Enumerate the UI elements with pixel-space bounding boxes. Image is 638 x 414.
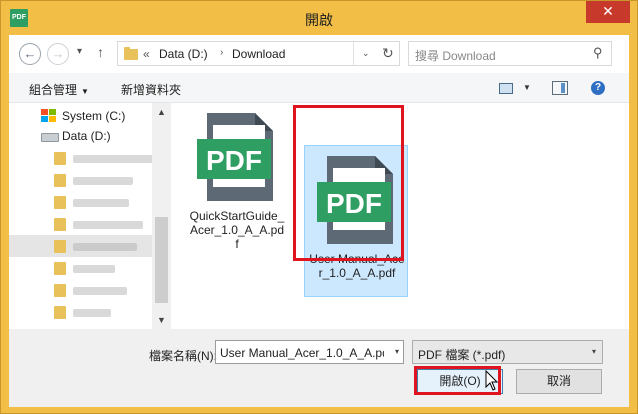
file-type-select[interactable]: PDF 檔案 (*.pdf) ▾ [412,340,603,364]
filename-input[interactable]: User Manual_Acer_1.0_A_A.pdf [220,346,384,360]
sidebar-folder-item[interactable] [9,169,152,191]
blurred-folder-name [73,155,153,163]
back-button[interactable]: ← [19,43,41,65]
folder-icon [54,218,66,231]
navigation-pane: System (C:) Data (D:) ▲ ▼ [9,103,171,329]
blurred-folder-name [73,221,143,229]
sidebar-item-label: System (C:) [62,109,126,123]
sidebar-item-label: Data (D:) [62,129,111,143]
address-history-dropdown[interactable]: ⌄ [362,48,370,59]
blurred-folder-name [73,287,127,295]
sidebar-folder-item[interactable] [9,213,152,235]
search-icon[interactable]: ⚲ [593,45,603,61]
blurred-folder-name [73,199,129,207]
sidebar-item-system-drive[interactable]: System (C:) [9,105,152,127]
sidebar-folder-item[interactable] [9,279,152,301]
chevron-down-icon: ▼ [81,87,89,96]
organize-menu[interactable]: 組合管理 ▼ [29,81,89,98]
forward-button[interactable]: → [47,43,69,65]
breadcrumb-separator[interactable]: › [220,47,223,58]
sidebar-folder-item[interactable] [9,301,152,323]
folder-icon [54,196,66,209]
close-button[interactable]: ✕ [586,1,630,23]
recent-locations-dropdown[interactable]: ▾ [77,46,82,57]
mouse-cursor-icon [485,370,499,391]
cancel-button[interactable]: 取消 [516,369,602,394]
search-box[interactable]: 搜尋 Download ⚲ [408,41,612,66]
sidebar-folder-item-selected[interactable] [9,235,152,257]
filename-label: 檔案名稱(N): [149,349,217,363]
sidebar-folder-item[interactable] [9,257,152,279]
folder-icon [54,174,66,187]
folder-icon [54,284,66,297]
folder-icon [124,47,138,60]
command-toolbar: 組合管理 ▼ 新增資料夾 ▼ ? [9,73,629,103]
folder-icon [54,240,66,253]
sidebar-scrollbar[interactable]: ▲ ▼ [152,103,171,329]
hard-drive-icon [41,133,59,142]
organize-label: 組合管理 [29,83,78,97]
preview-pane-icon[interactable] [552,81,568,95]
pdf-file-icon: PDF [193,111,281,203]
blurred-folder-name [73,243,137,251]
title-bar[interactable]: PDF 開啟 ✕ [1,1,637,35]
file-item[interactable]: PDF QuickStartGuide_Acer_1.0_A_A.pdf [185,103,289,255]
dialog-title: 開啟 [305,12,333,28]
search-input[interactable]: 搜尋 Download [415,47,496,64]
scroll-down-button[interactable]: ▼ [157,315,166,325]
pdf-icon-label: PDF [206,145,262,176]
folder-icon [54,152,66,165]
help-icon[interactable]: ? [591,81,605,95]
chevron-down-icon[interactable]: ▾ [395,347,399,356]
filename-combobox[interactable]: User Manual_Acer_1.0_A_A.pdf ▾ [215,340,404,364]
breadcrumb-overflow[interactable]: « [143,47,150,61]
sidebar-folder-item[interactable] [9,191,152,213]
breadcrumb-data-drive[interactable]: Data (D:) [159,47,208,61]
new-folder-button[interactable]: 新增資料夾 [121,81,181,98]
change-view-icon[interactable] [499,83,513,94]
scrollbar-thumb[interactable] [155,217,168,303]
scroll-up-button[interactable]: ▲ [157,107,166,117]
view-options-dropdown[interactable]: ▼ [523,83,531,92]
windows-drive-icon [41,109,57,122]
address-divider [353,42,354,65]
blurred-folder-name [73,177,133,185]
folder-icon [54,262,66,275]
sidebar-item-data-drive[interactable]: Data (D:) [9,125,152,147]
navigation-bar: ← → ▾ ↑ « Data (D:) › Download ⌄ ↻ 搜尋 Do… [9,35,629,73]
blurred-folder-name [73,309,111,317]
file-type-value: PDF 檔案 (*.pdf) [418,348,506,362]
refresh-icon[interactable]: ↻ [382,45,394,62]
blurred-folder-name [73,265,115,273]
breadcrumb-download[interactable]: Download [232,47,285,61]
folder-icon [54,306,66,319]
selected-file-highlight [293,105,404,261]
open-file-dialog: PDF 開啟 ✕ ← → ▾ ↑ « Data (D:) › Download … [0,0,638,414]
file-name: QuickStartGuide_Acer_1.0_A_A.pdf [189,209,285,251]
address-bar[interactable]: « Data (D:) › Download ⌄ ↻ [117,41,400,66]
sidebar-folder-item[interactable] [9,147,153,169]
up-button[interactable]: ↑ [97,44,104,60]
chevron-down-icon: ▾ [591,347,596,356]
